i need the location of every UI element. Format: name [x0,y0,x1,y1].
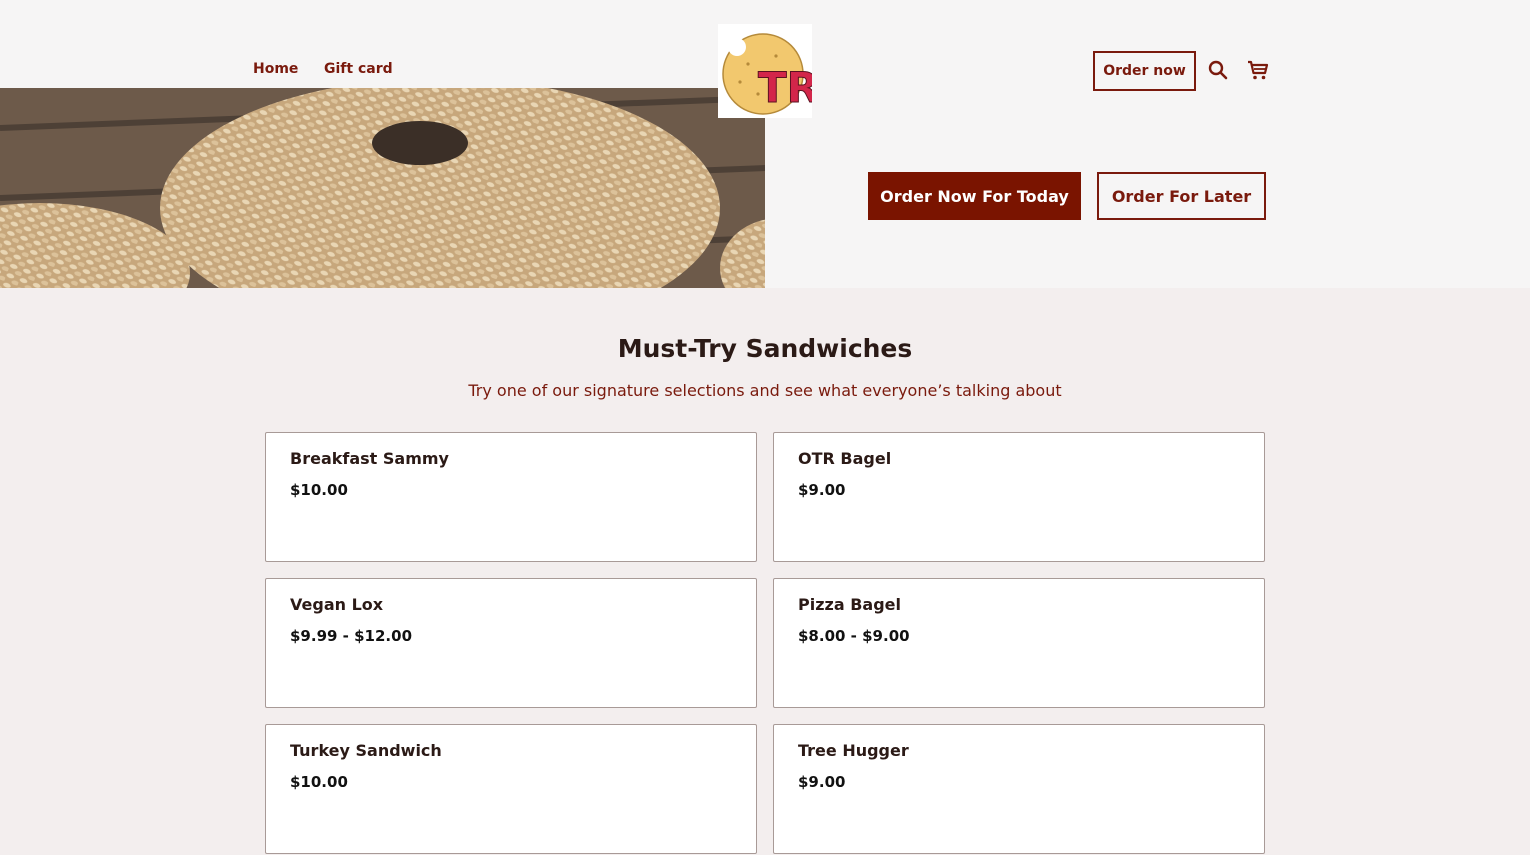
order-now-for-today-button[interactable]: Order Now For Today [868,172,1081,220]
nav-home-link[interactable]: Home [253,61,298,77]
menu-item-card[interactable]: Breakfast Sammy $10.00 [265,432,757,562]
menu-item-name: Vegan Lox [290,595,384,614]
search-icon[interactable] [1206,58,1230,82]
menu-item-price: $10.00 [290,773,348,791]
menu-item-price: $9.00 [798,773,846,791]
cart-icon[interactable] [1246,58,1270,82]
order-now-button[interactable]: Order now [1093,51,1196,91]
restaurant-logo[interactable]: TR [718,24,820,118]
menu-item-name: Tree Hugger [798,741,909,760]
menu-item-card[interactable]: Turkey Sandwich $10.00 [265,724,757,854]
menu-item-name: Breakfast Sammy [290,449,449,468]
menu-item-card[interactable]: Vegan Lox $9.99 - $12.00 [265,578,757,708]
menu-item-name: OTR Bagel [798,449,892,468]
hero-bagel-image [0,88,765,288]
nav-gift-card-link[interactable]: Gift card [324,61,393,77]
menu-item-name: Turkey Sandwich [290,741,442,760]
menu-item-price: $9.99 - $12.00 [290,627,412,645]
menu-item-name: Pizza Bagel [798,595,901,614]
menu-item-price: $9.00 [798,481,846,499]
section-title: Must-Try Sandwiches [617,334,913,363]
menu-item-card[interactable]: OTR Bagel $9.00 [773,432,1265,562]
menu-item-card[interactable]: Tree Hugger $9.00 [773,724,1265,854]
menu-item-card[interactable]: Pizza Bagel $8.00 - $9.00 [773,578,1265,708]
order-for-later-button[interactable]: Order For Later [1097,172,1266,220]
menu-item-price: $8.00 - $9.00 [798,627,910,645]
menu-item-price: $10.00 [290,481,348,499]
logo-letters: TR [758,63,812,112]
section-subtitle: Try one of our signature selections and … [468,381,1062,400]
